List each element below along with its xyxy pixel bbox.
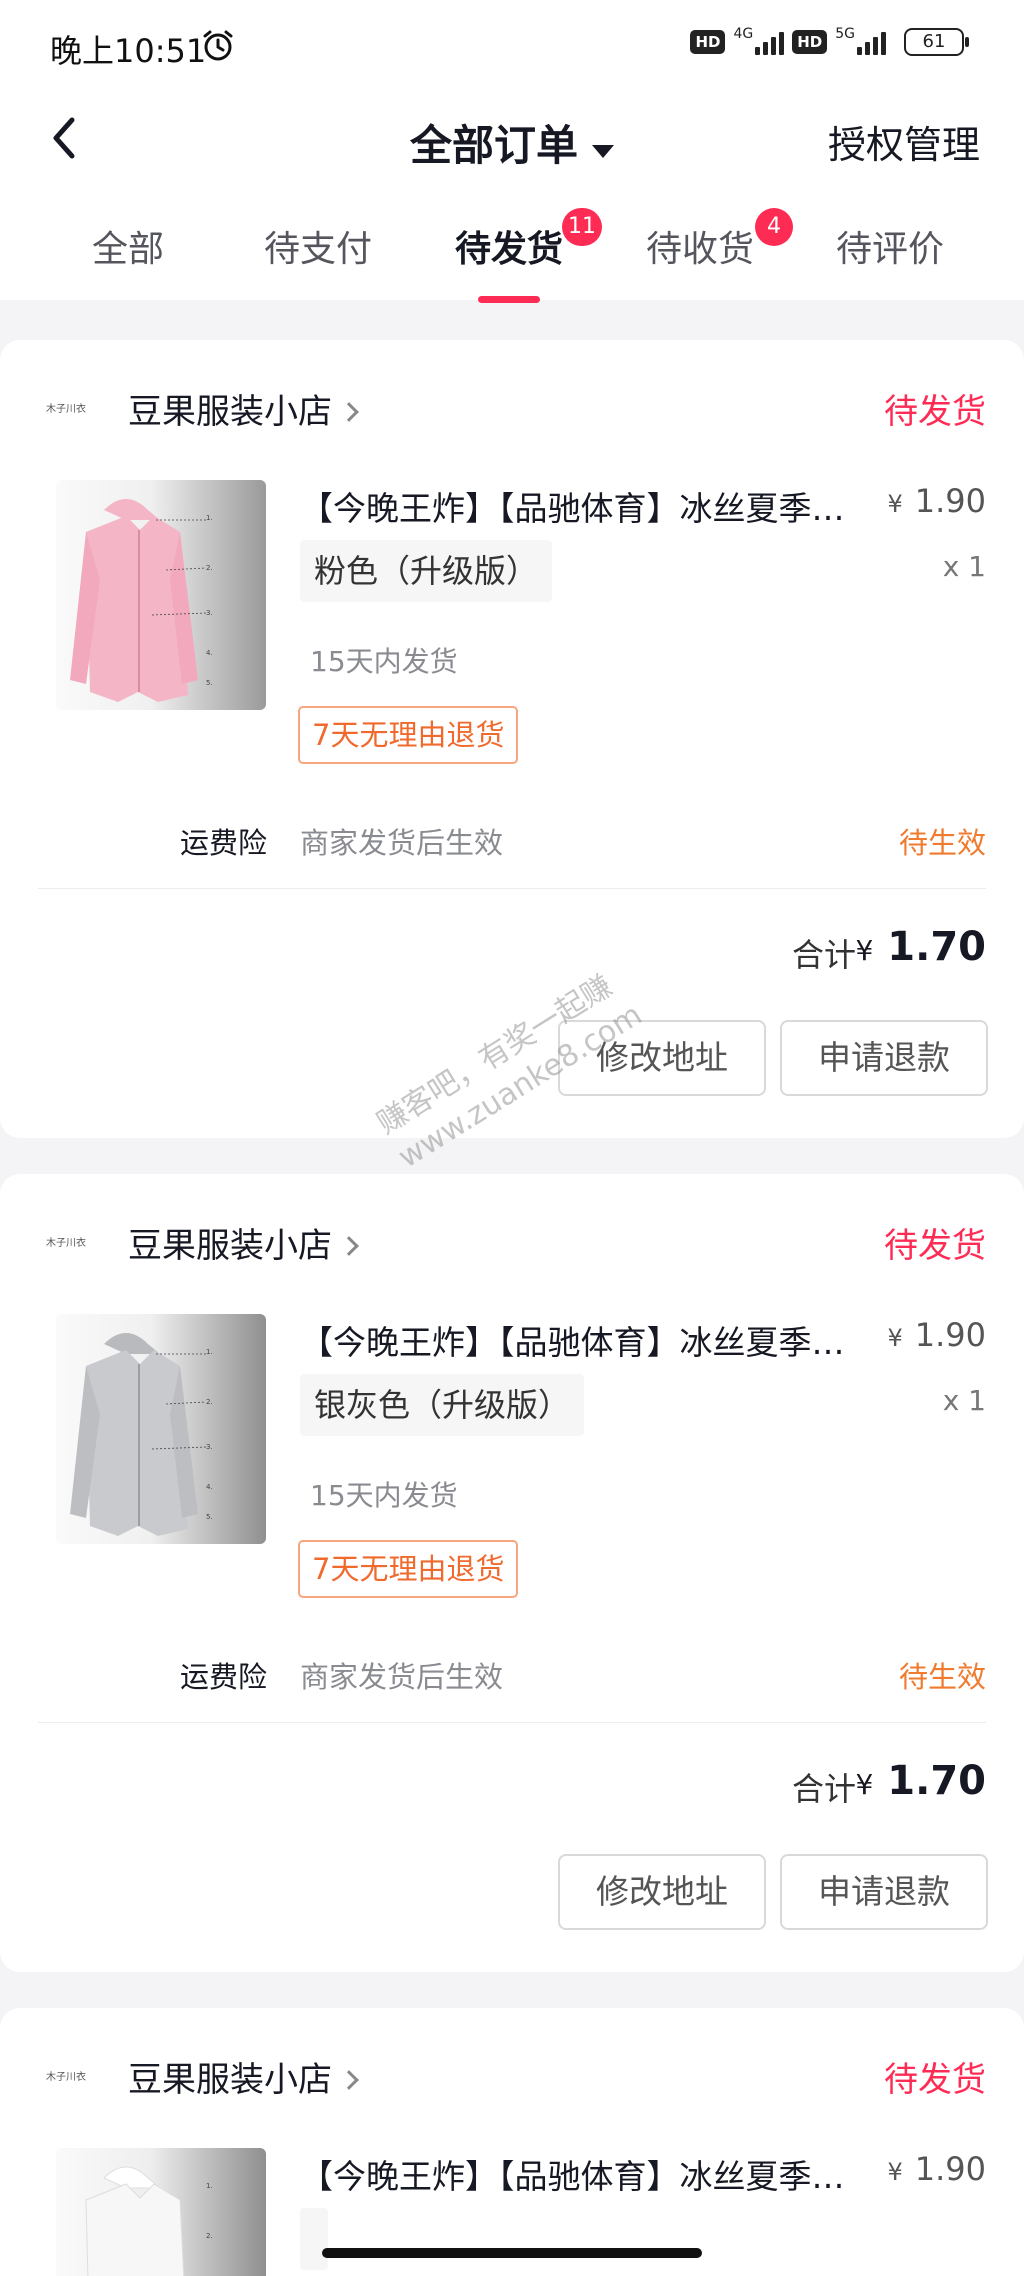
modify-address-button[interactable]: 修改地址 xyxy=(558,1854,766,1930)
svg-text:2.: 2. xyxy=(206,564,213,572)
shipping-insurance-status: 待生效 xyxy=(898,1660,986,1694)
shipping-insurance-desc: 商家发货后生效 xyxy=(300,1660,504,1694)
shop-name-link[interactable]: 豆果服装小店 xyxy=(128,2052,359,2101)
svg-text:1.: 1. xyxy=(206,514,213,522)
svg-text:5.: 5. xyxy=(206,679,213,687)
status-indicators: HD 4G HD 5G 61 xyxy=(690,26,969,56)
tab-pending-receipt[interactable]: 待收货 4 xyxy=(605,208,795,272)
shipping-time: 15天内发货 xyxy=(310,645,458,678)
tab-count-badge: 11 xyxy=(562,208,602,246)
tab-count-badge: 4 xyxy=(755,208,793,246)
request-refund-button[interactable]: 申请退款 xyxy=(780,1020,988,1096)
chevron-right-icon xyxy=(339,402,359,422)
shop-name-link[interactable]: 豆果服装小店 xyxy=(128,384,359,433)
hd-badge: HD xyxy=(690,30,726,54)
order-card[interactable]: 木子川衣 豆果服装小店 待发货 1. 2. 3. 4. 5. 【今晚王炸】【品驰体育】冰… xyxy=(0,1174,1024,1972)
product-title[interactable]: 【今晚王炸】【品驰体育】冰丝夏季防晒衣 xyxy=(300,482,870,530)
shipping-time: 15天内发货 xyxy=(310,1479,458,1512)
order-tabs: 全部 待支付 待发货 11 待收货 4 待评价 xyxy=(0,200,1024,303)
shop-name-link[interactable]: 豆果服装小店 xyxy=(128,1218,359,1267)
status-bar: 晚上10:51 HD 4G HD 5G 61 xyxy=(0,0,1024,90)
caret-down-icon xyxy=(592,145,614,158)
modify-address-button[interactable]: 修改地址 xyxy=(558,1020,766,1096)
page-title: 全部订单 xyxy=(409,121,578,170)
nav-bar: 全部订单 授权管理 xyxy=(0,90,1024,190)
shop-logo: 木子川衣 xyxy=(46,404,86,415)
signal-strength-icon xyxy=(857,29,886,55)
return-policy-tag: 7天无理由退货 xyxy=(298,1540,519,1598)
order-status: 待发货 xyxy=(884,392,986,432)
alarm-clock-icon xyxy=(203,30,233,61)
shop-logo: 木子川衣 xyxy=(46,1238,86,1249)
active-tab-indicator xyxy=(478,296,540,303)
order-total: ¥1.70 xyxy=(855,1758,986,1804)
product-title[interactable]: 【今晚王炸】【品驰体育】冰丝夏季防晒衣 xyxy=(300,2150,870,2198)
return-policy-tag: 7天无理由退货 xyxy=(298,706,519,764)
authorization-management-link[interactable]: 授权管理 xyxy=(828,114,980,169)
hd-badge: HD xyxy=(792,30,828,54)
svg-text:4.: 4. xyxy=(206,649,213,657)
sku-tag: 粉色（升级版） xyxy=(300,540,553,602)
total-label: 合计 xyxy=(791,1770,856,1808)
app-header: 晚上10:51 HD 4G HD 5G 61 全部订单 授权管理 全部 待支付 … xyxy=(0,0,1024,303)
shipping-insurance-desc: 商家发货后生效 xyxy=(300,826,504,860)
order-status: 待发货 xyxy=(884,2060,986,2100)
product-image[interactable]: 1. 2. xyxy=(56,2148,266,2276)
tab-pending-review[interactable]: 待评价 xyxy=(795,220,985,272)
shop-logo: 木子川衣 xyxy=(46,2072,86,2083)
svg-text:2.: 2. xyxy=(206,1398,213,1406)
product-image[interactable]: 1. 2. 3. 4. 5. xyxy=(56,1314,266,1544)
network-type-label: 4G xyxy=(733,26,754,42)
product-price: ¥1.90 xyxy=(887,1316,986,1354)
total-label: 合计 xyxy=(791,936,856,974)
svg-text:1.: 1. xyxy=(206,1348,213,1356)
order-status: 待发货 xyxy=(884,1226,986,1266)
svg-text:2.: 2. xyxy=(206,2232,213,2240)
tab-pending-shipment[interactable]: 待发货 11 xyxy=(414,208,604,272)
network-type-label: 5G xyxy=(835,26,855,42)
quantity: x 1 xyxy=(942,550,986,583)
product-price: ¥1.90 xyxy=(887,482,986,520)
battery-icon: 61 xyxy=(904,28,969,56)
product-title[interactable]: 【今晚王炸】【品驰体育】冰丝夏季防晒衣 xyxy=(300,1316,870,1364)
signal-strength-icon xyxy=(755,29,785,55)
product-image[interactable]: 1. 2. 3. 4. 5. xyxy=(56,480,266,710)
quantity: x 1 xyxy=(942,1384,986,1417)
sku-tag: 银灰色（升级版） xyxy=(300,1374,585,1436)
status-time: 晚上10:51 xyxy=(50,32,207,70)
sku-tag xyxy=(300,2208,328,2270)
request-refund-button[interactable]: 申请退款 xyxy=(780,1854,988,1930)
svg-text:3.: 3. xyxy=(206,1443,213,1451)
order-total: ¥1.70 xyxy=(855,924,986,970)
tab-pending-payment[interactable]: 待支付 xyxy=(223,220,413,272)
shipping-insurance-label: 运费险 xyxy=(180,826,268,860)
divider xyxy=(38,888,986,889)
order-card[interactable]: 木子川衣 豆果服装小店 待发货 1. 2. 3. 4. 5. 【今晚王炸】【品驰体育】冰… xyxy=(0,340,1024,1138)
svg-text:3.: 3. xyxy=(206,609,213,617)
chevron-right-icon xyxy=(339,1236,359,1256)
chevron-right-icon xyxy=(339,2070,359,2090)
svg-text:4.: 4. xyxy=(206,1483,213,1491)
tab-all[interactable]: 全部 xyxy=(33,220,223,272)
divider xyxy=(38,1722,986,1723)
svg-text:1.: 1. xyxy=(206,2182,213,2190)
shipping-insurance-status: 待生效 xyxy=(898,826,986,860)
product-price: ¥1.90 xyxy=(887,2150,986,2188)
shipping-insurance-label: 运费险 xyxy=(180,1660,268,1694)
home-indicator[interactable] xyxy=(322,2248,702,2258)
order-card[interactable]: 木子川衣 豆果服装小店 待发货 1. 2. 【今晚王炸】【品驰体育】冰丝夏季防晒衣… xyxy=(0,2008,1024,2276)
svg-text:5.: 5. xyxy=(206,1513,213,1521)
